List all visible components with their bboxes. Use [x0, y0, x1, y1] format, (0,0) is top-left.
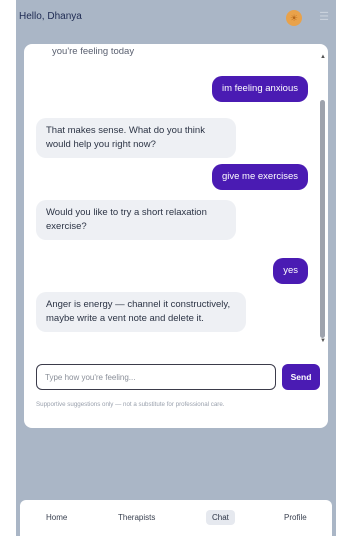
bot-message: Would you like to try a short relaxation… — [36, 200, 236, 240]
scroll-down-icon[interactable]: ▼ — [320, 338, 326, 344]
sun-icon[interactable]: ☀ — [286, 10, 302, 26]
disclaimer-text: Supportive suggestions only — not a subs… — [36, 401, 225, 408]
menu-icon[interactable]: ☰ — [316, 9, 332, 25]
bottom-nav: Home Therapists Chat Profile — [20, 500, 332, 536]
truncated-message: you're feeling today — [52, 46, 135, 57]
scrollbar[interactable]: ▲ ▼ — [318, 54, 328, 344]
app-screen: Hello, Dhanya ☀ ☰ you're feeling today i… — [16, 0, 336, 536]
user-message: give me exercises — [211, 164, 308, 190]
user-message: yes — [273, 258, 308, 284]
message-input[interactable] — [36, 364, 276, 390]
left-frame — [0, 0, 16, 536]
message-list[interactable]: you're feeling today im feeling anxious … — [24, 44, 328, 356]
send-button[interactable]: Send — [282, 364, 320, 390]
nav-profile[interactable]: Profile — [284, 513, 307, 522]
header: Hello, Dhanya ☀ ☰ — [16, 0, 336, 40]
right-frame — [336, 0, 348, 536]
user-message: im feeling anxious — [211, 76, 308, 102]
nav-home[interactable]: Home — [46, 513, 67, 522]
nav-therapists[interactable]: Therapists — [118, 513, 155, 522]
greeting-text: Hello, Dhanya — [19, 11, 82, 22]
composer: Send — [36, 364, 320, 390]
nav-chat[interactable]: Chat — [206, 510, 235, 525]
scroll-up-icon[interactable]: ▲ — [320, 54, 326, 60]
bot-message: That makes sense. What do you think woul… — [36, 118, 236, 158]
chat-panel: you're feeling today im feeling anxious … — [24, 44, 328, 428]
scrollbar-thumb[interactable] — [320, 100, 325, 338]
bot-message: Anger is energy — channel it constructiv… — [36, 292, 246, 332]
